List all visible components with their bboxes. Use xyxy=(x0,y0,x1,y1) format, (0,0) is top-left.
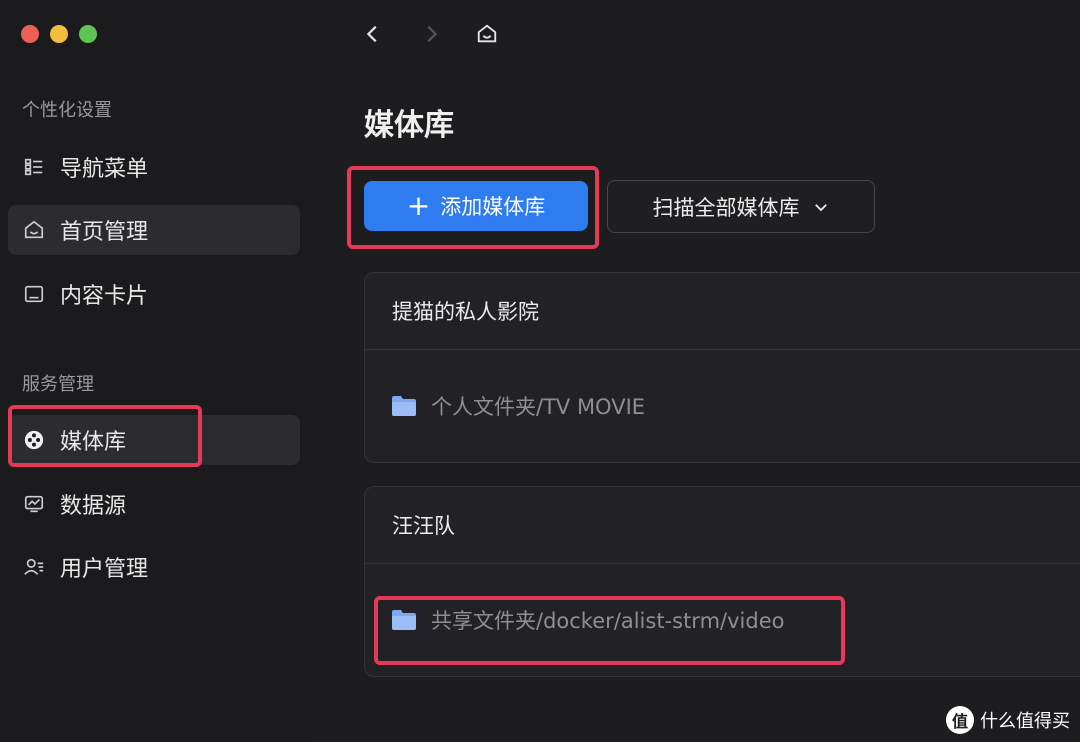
sidebar-item-nav-menu[interactable]: 导航菜单 xyxy=(8,142,300,192)
users-icon xyxy=(22,555,46,579)
sidebar-item-label: 用户管理 xyxy=(60,557,149,582)
section-title-personalization: 个性化设置 xyxy=(22,100,112,121)
sidebar-item-label: 首页管理 xyxy=(60,220,149,245)
library-card[interactable]: 提猫的私人影院 个人文件夹/TV MOVIE xyxy=(364,272,1080,463)
sidebar-item-home-management[interactable]: 首页管理 xyxy=(8,205,300,255)
plus-icon: + xyxy=(406,189,431,222)
home-icon xyxy=(22,218,46,242)
chevron-right-icon xyxy=(427,25,438,43)
folder-icon xyxy=(392,610,416,630)
sidebar-item-media-library[interactable]: 媒体库 xyxy=(8,415,300,465)
chevron-left-icon xyxy=(366,25,377,43)
list-icon xyxy=(22,155,46,179)
library-path: 共享文件夹/docker/alist-strm/video xyxy=(431,609,785,633)
minimize-window-button[interactable] xyxy=(50,25,68,43)
chevron-down-icon xyxy=(814,203,827,211)
section-title-service-management: 服务管理 xyxy=(22,374,94,395)
maximize-window-button[interactable] xyxy=(79,25,97,43)
film-reel-icon xyxy=(22,428,46,452)
library-path: 个人文件夹/TV MOVIE xyxy=(431,395,646,419)
sidebar-item-label: 导航菜单 xyxy=(60,157,149,182)
home-icon xyxy=(477,24,497,43)
close-window-button[interactable] xyxy=(21,25,39,43)
add-library-button[interactable]: + 添加媒体库 xyxy=(364,181,588,231)
sidebar-item-data-source[interactable]: 数据源 xyxy=(8,479,300,529)
watermark-text: 什么值得买 xyxy=(980,711,1070,732)
library-card[interactable]: 汪汪队 共享文件夹/docker/alist-strm/video xyxy=(364,486,1080,677)
forward-button[interactable] xyxy=(417,20,445,48)
sidebar-item-label: 内容卡片 xyxy=(60,284,149,309)
add-library-label: 添加媒体库 xyxy=(440,195,546,219)
library-path-row: 共享文件夹/docker/alist-strm/video xyxy=(365,564,1080,676)
card-icon xyxy=(22,282,46,306)
home-button[interactable] xyxy=(473,20,501,48)
scan-all-libraries-button[interactable]: 扫描全部媒体库 xyxy=(607,180,875,233)
watermark-logo: 值 xyxy=(946,706,974,734)
monitor-chart-icon xyxy=(22,492,46,516)
sidebar-item-user-management[interactable]: 用户管理 xyxy=(8,542,300,592)
sidebar-item-content-cards[interactable]: 内容卡片 xyxy=(8,269,300,319)
library-name: 提猫的私人影院 xyxy=(365,273,1080,350)
page-title: 媒体库 xyxy=(364,108,454,143)
window-controls xyxy=(21,25,97,43)
library-path-row: 个人文件夹/TV MOVIE xyxy=(365,350,1080,462)
sidebar-item-label: 数据源 xyxy=(60,494,127,519)
sidebar: 个性化设置 导航菜单 首页管理 内容卡片 服务管理 媒体库 数据源 用户管理 xyxy=(0,0,312,742)
library-name: 汪汪队 xyxy=(365,487,1080,564)
watermark: 值 什么值得买 xyxy=(946,706,1070,734)
back-button[interactable] xyxy=(359,20,387,48)
folder-icon xyxy=(392,396,416,416)
sidebar-item-label: 媒体库 xyxy=(60,430,127,455)
scan-all-label: 扫描全部媒体库 xyxy=(652,195,800,220)
